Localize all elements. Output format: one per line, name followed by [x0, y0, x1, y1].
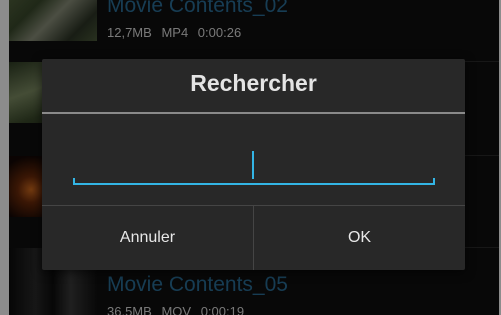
text-cursor [252, 151, 254, 179]
cancel-button[interactable]: Annuler [42, 206, 253, 270]
search-dialog: Rechercher Annuler OK [42, 59, 465, 270]
search-input-underline-left-tick [73, 178, 75, 185]
search-input-underline [73, 183, 435, 185]
title-divider [42, 112, 465, 114]
ok-button[interactable]: OK [254, 206, 465, 270]
search-input-underline-right-tick [433, 178, 435, 185]
dialog-title: Rechercher [190, 70, 317, 96]
